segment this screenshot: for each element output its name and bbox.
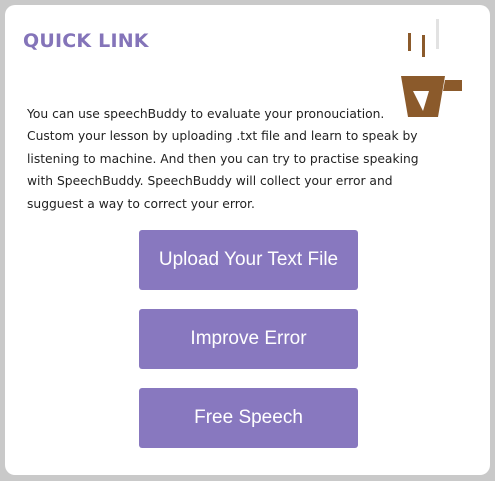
panel-description: You can use speechBuddy to evaluate your…	[27, 107, 419, 211]
improve-error-button[interactable]: Improve Error	[139, 309, 358, 369]
panel-title: QUICK LINK	[23, 30, 149, 52]
free-speech-button[interactable]: Free Speech	[139, 388, 358, 448]
upload-text-file-button[interactable]: Upload Your Text File	[139, 230, 358, 290]
quick-link-panel: QUICK LINK You can use speechBuddy to ev…	[5, 5, 490, 475]
